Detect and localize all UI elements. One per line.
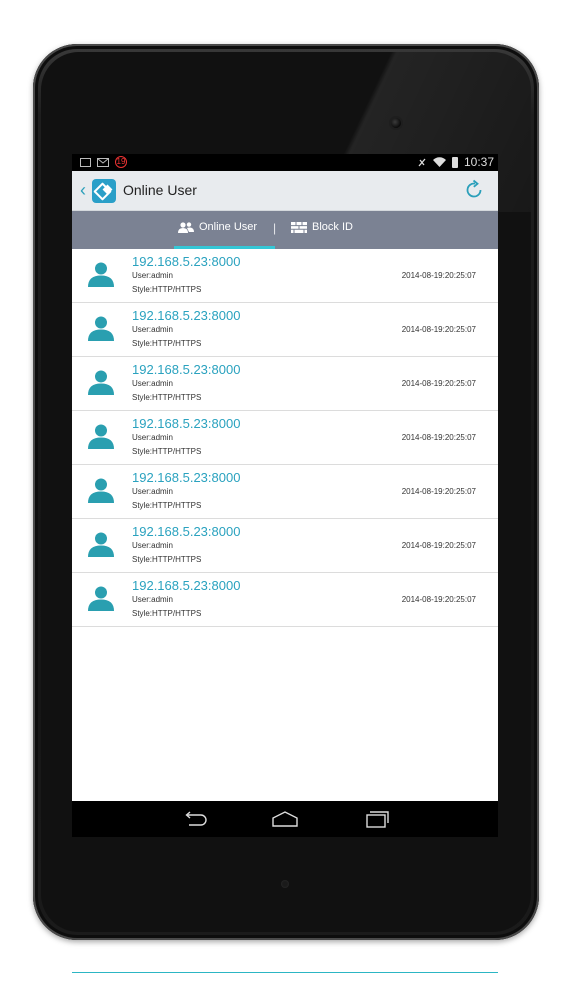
vibrate-icon: [418, 158, 426, 166]
status-notifications: 19: [80, 156, 127, 168]
user-avatar-icon: [88, 478, 114, 503]
user-avatar-icon: [88, 424, 114, 449]
user-name: User:admin: [132, 325, 173, 334]
status-bar: 19 10:37: [72, 154, 498, 171]
user-address: 192.168.5.23:8000: [132, 524, 241, 539]
user-name: User:admin: [132, 379, 173, 388]
notification-badge-icon: 19: [115, 156, 127, 168]
user-avatar-icon: [88, 532, 114, 557]
user-login-time: 2014-08-19:20:25:07: [401, 487, 476, 496]
user-address: 192.168.5.23:8000: [132, 416, 241, 431]
users-icon: [178, 221, 194, 233]
user-login-time: 2014-08-19:20:25:07: [401, 433, 476, 442]
front-camera: [391, 118, 401, 128]
tab-block-id[interactable]: Block ID: [291, 221, 353, 233]
user-name: User:admin: [132, 595, 173, 604]
user-style: Style:HTTP/HTTPS: [132, 285, 202, 294]
list-item[interactable]: 192.168.5.23:8000 User:admin Style:HTTP/…: [72, 411, 498, 465]
user-style: Style:HTTP/HTTPS: [132, 555, 202, 564]
home-icon[interactable]: [271, 810, 299, 828]
firewall-icon: [291, 221, 307, 233]
tab-separator: |: [273, 221, 277, 235]
recents-icon[interactable]: [363, 810, 391, 828]
user-login-time: 2014-08-19:20:25:07: [401, 271, 476, 280]
page-title: Online User: [123, 182, 197, 198]
gmail-icon: [97, 157, 109, 167]
light-sensor: [281, 880, 289, 888]
wifi-icon: [432, 156, 446, 167]
battery-icon: [451, 156, 458, 168]
user-address: 192.168.5.23:8000: [132, 578, 241, 593]
user-name: User:admin: [132, 433, 173, 442]
user-address: 192.168.5.23:8000: [132, 308, 241, 323]
user-login-time: 2014-08-19:20:25:07: [401, 325, 476, 334]
list-item[interactable]: 192.168.5.23:8000 User:admin Style:HTTP/…: [72, 519, 498, 573]
gallery-icon: [80, 157, 91, 167]
page-divider: [72, 972, 498, 973]
tab-bar: Online User | Block ID: [72, 211, 498, 249]
user-name: User:admin: [132, 487, 173, 496]
user-name: User:admin: [132, 541, 173, 550]
user-login-time: 2014-08-19:20:25:07: [401, 379, 476, 388]
user-avatar-icon: [88, 262, 114, 287]
action-bar: ‹ Online User: [72, 171, 498, 211]
list-item[interactable]: 192.168.5.23:8000 User:admin Style:HTTP/…: [72, 303, 498, 357]
user-address: 192.168.5.23:8000: [132, 362, 241, 377]
user-address: 192.168.5.23:8000: [132, 254, 241, 269]
app-logo-icon[interactable]: [92, 179, 116, 203]
user-address: 192.168.5.23:8000: [132, 470, 241, 485]
list-item[interactable]: 192.168.5.23:8000 User:admin Style:HTTP/…: [72, 465, 498, 519]
list-item[interactable]: 192.168.5.23:8000 User:admin Style:HTTP/…: [72, 573, 498, 627]
online-user-list: 192.168.5.23:8000 User:admin Style:HTTP/…: [72, 249, 498, 627]
list-item[interactable]: 192.168.5.23:8000 User:admin Style:HTTP/…: [72, 249, 498, 303]
status-system: 10:37: [417, 155, 494, 169]
list-item[interactable]: 192.168.5.23:8000 User:admin Style:HTTP/…: [72, 357, 498, 411]
user-login-time: 2014-08-19:20:25:07: [401, 541, 476, 550]
status-time: 10:37: [463, 155, 494, 169]
user-style: Style:HTTP/HTTPS: [132, 447, 202, 456]
back-chevron-icon[interactable]: ‹: [80, 181, 86, 199]
user-avatar-icon: [88, 586, 114, 611]
user-name: User:admin: [132, 271, 173, 280]
user-style: Style:HTTP/HTTPS: [132, 393, 202, 402]
user-login-time: 2014-08-19:20:25:07: [401, 595, 476, 604]
back-icon[interactable]: [181, 810, 209, 828]
tab-block-id-label: Block ID: [312, 221, 353, 233]
tab-online-user[interactable]: Online User: [178, 221, 257, 233]
tab-online-user-label: Online User: [199, 221, 258, 233]
refresh-icon[interactable]: [462, 178, 486, 202]
user-avatar-icon: [88, 316, 114, 341]
navigation-bar: [72, 801, 498, 837]
user-style: Style:HTTP/HTTPS: [132, 501, 202, 510]
app-screen: 19 10:37 ‹ Online User Online User | Blo…: [72, 154, 498, 837]
user-style: Style:HTTP/HTTPS: [132, 339, 202, 348]
user-style: Style:HTTP/HTTPS: [132, 609, 202, 618]
user-avatar-icon: [88, 370, 114, 395]
